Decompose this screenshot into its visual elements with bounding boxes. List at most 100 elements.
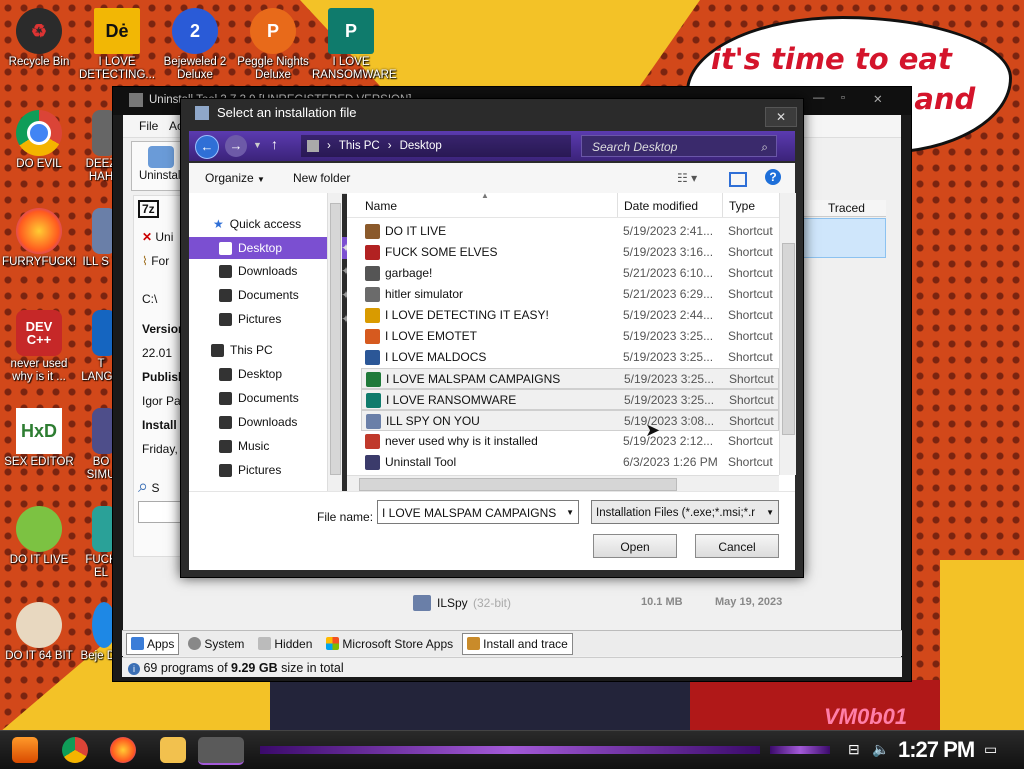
nav-this-pc[interactable]: This PC [189,339,347,361]
preview-pane-icon[interactable] [729,172,747,187]
taskbar-firefox-icon[interactable] [110,737,136,763]
file-list-vertical-scrollbar[interactable] [779,193,796,475]
chevron-down-icon[interactable]: ▼ [564,501,574,523]
dialog-title: Select an installation file [217,105,357,120]
taskbar-chrome-icon[interactable] [62,737,88,763]
tab-system[interactable]: System [183,633,249,655]
tab-store-apps[interactable]: Microsoft Store Apps [321,633,458,655]
mouse-cursor-icon: ➤ [645,420,661,440]
search-icon: ⌕ [761,140,768,154]
documents-folder-icon [219,391,232,405]
dialog-close-button[interactable]: ✕ [765,107,797,127]
dialog-titlebar[interactable]: Select an installation file [195,105,356,120]
minimize-icon[interactable]: — [813,92,825,104]
ilspy-row[interactable]: ILSpy (32-bit) 10.1 MB May 19, 2023 [393,591,873,617]
file-row[interactable]: I LOVE RANSOMWARE 5/19/2023 3:25... Shortc… [361,389,779,410]
tab-install-and-trace[interactable]: Install and trace [462,632,573,655]
desktop-icon-peggle[interactable]: P Peggle Nights Deluxe [234,8,312,82]
column-name[interactable]: Name [365,199,397,213]
desktop-icon-bejeweled[interactable]: 2 Bejeweled 2 Deluxe [156,8,234,82]
open-button[interactable]: Open [593,534,677,558]
taskbar-uninstall-tool-icon[interactable] [198,737,244,765]
volume-icon[interactable]: 🔈 [872,741,889,758]
notifications-icon[interactable]: ▭ [984,741,997,758]
file-row[interactable]: never used why is it installed 5/19/2023 … [361,431,779,452]
file-row[interactable]: I LOVE DETECTING IT EASY! 5/19/2023 2:44.… [361,305,779,326]
search-desktop-input[interactable]: Search Desktop ⌕ [581,135,777,157]
nav-scroll-thumb[interactable] [330,203,341,475]
cancel-button[interactable]: Cancel [695,534,779,558]
file-row[interactable]: I LOVE MALDOCS 5/19/2023 3:25... Shortcut [361,347,779,368]
navigation-pane-scrollbar[interactable] [327,193,342,491]
force-action[interactable]: ⌇ For [142,254,169,268]
column-type[interactable]: Type [729,199,755,213]
desktop-icon-never-used[interactable]: DEV C++ never used why is it ... [0,310,78,384]
devcpp-icon: DEV C++ [16,310,62,356]
status-suffix: size in total [281,661,344,675]
breadcrumb-desktop[interactable]: Desktop [400,135,442,157]
desktop-icon-ransomware[interactable]: P I LOVE RANSOMWARE [312,8,397,82]
search-area[interactable]: ⌕ S [138,476,186,536]
navigation-pane: ★ Quick access Desktop ✦ Downloads ✦ Docume… [189,193,355,491]
breadcrumb-this-pc[interactable]: This PC [339,135,380,157]
taskbar-explorer-icon[interactable] [160,737,186,763]
file-name: Uninstall Tool [385,455,457,469]
file-name-input[interactable]: I LOVE MALSPAM CAMPAIGNS ▼ [377,500,579,524]
desktop-icon-sex-editor[interactable]: HxD SEX EDITOR [0,408,78,469]
maximize-icon[interactable]: ▫ [841,92,845,104]
die-app-icon: Dė [94,8,140,54]
file-type: Shortcut [728,350,773,364]
desktop-icon-do-it-64[interactable]: DO IT 64 BIT [0,602,78,663]
new-folder-button[interactable]: New folder [293,171,350,185]
file-row[interactable]: I LOVE EMOTET 5/19/2023 3:25... Shortcut [361,326,779,347]
menu-file[interactable]: File [139,119,158,133]
organize-button[interactable]: Organize ▼ [205,171,265,185]
desktop-icon-do-it-live[interactable]: DO IT LIVE [0,506,78,567]
arrow-left-icon: ← [200,139,214,154]
uninstall-action[interactable]: ✕ Uni [142,230,173,244]
horizontal-scroll-thumb[interactable] [359,478,677,491]
desktop-icon-detecting[interactable]: Dė I LOVE DETECTING... [78,8,156,82]
start-button[interactable] [12,737,38,763]
forward-button[interactable]: → [225,135,247,157]
select-installation-file-dialog[interactable]: Select an installation file ✕ ← → ▼ ↑ › … [180,98,804,578]
file-row[interactable]: garbage! 5/21/2023 6:10... Shortcut [361,263,779,284]
file-list-pane: ▲ Name Date modified Type DO IT LIVE 5/19… [347,191,796,492]
arrow-up-icon: ↑ [271,136,278,152]
desktop-icon-furryfuck[interactable]: FURRYFUCK! [0,208,78,269]
file-date-modified: 5/19/2023 3:25... [623,350,714,364]
network-icon[interactable]: ⊟ [848,741,860,758]
file-row[interactable]: hitler simulator 5/21/2023 6:29... Shortcu… [361,284,779,305]
desktop-icon-recycle-bin[interactable]: ♻ Recycle Bin [0,8,78,69]
tab-hidden[interactable]: Hidden [253,633,317,655]
taskbar-decoration [260,746,760,754]
help-icon[interactable]: ? [765,169,781,185]
shortcut-icon [365,287,380,302]
recent-dropdown[interactable]: ▼ [253,140,262,150]
search-input[interactable] [138,501,184,523]
file-row[interactable]: DO IT LIVE 5/19/2023 2:41... Shortcut [361,221,779,242]
nav-quick-access[interactable]: ★ Quick access [189,213,349,235]
close-icon[interactable]: ✕ [873,92,883,106]
wallpaper-yellow-bottom-right [940,560,1024,730]
view-options-icon[interactable]: ☷ ▾ [677,171,697,185]
back-button[interactable]: ← [195,135,219,159]
file-row[interactable]: Uninstall Tool 6/3/2023 1:26 PM Shortcut [361,452,779,473]
file-name-value: I LOVE MALSPAM CAMPAIGNS [382,506,557,520]
up-button[interactable]: ↑ [271,136,278,152]
column-date-modified[interactable]: Date modified [624,199,698,213]
wallpaper-watermark: VM0b01 [824,704,908,729]
vertical-scroll-thumb[interactable] [782,243,795,435]
pictures-folder-icon [219,463,232,477]
file-type-select[interactable]: Installation Files (*.exe;*.msi;*.r ▼ [591,500,779,524]
desktop-icon-do-evil[interactable]: DO EVIL [0,110,78,171]
address-bar[interactable]: › This PC › Desktop [301,135,571,157]
file-row[interactable]: ILL SPY ON YOU 5/19/2023 3:08... Shortcut [361,410,779,431]
file-row[interactable]: I LOVE MALSPAM CAMPAIGNS 5/19/2023 3:25..… [361,368,779,389]
taskbar-decoration [770,746,830,754]
shortcut-icon [366,393,381,408]
tab-apps[interactable]: Apps [126,632,180,655]
file-list-horizontal-scrollbar[interactable] [347,475,779,492]
file-row[interactable]: FUCK SOME ELVES 5/19/2023 3:16... Shortcut [361,242,779,263]
taskbar-clock[interactable]: 1:27 PM [898,737,975,763]
